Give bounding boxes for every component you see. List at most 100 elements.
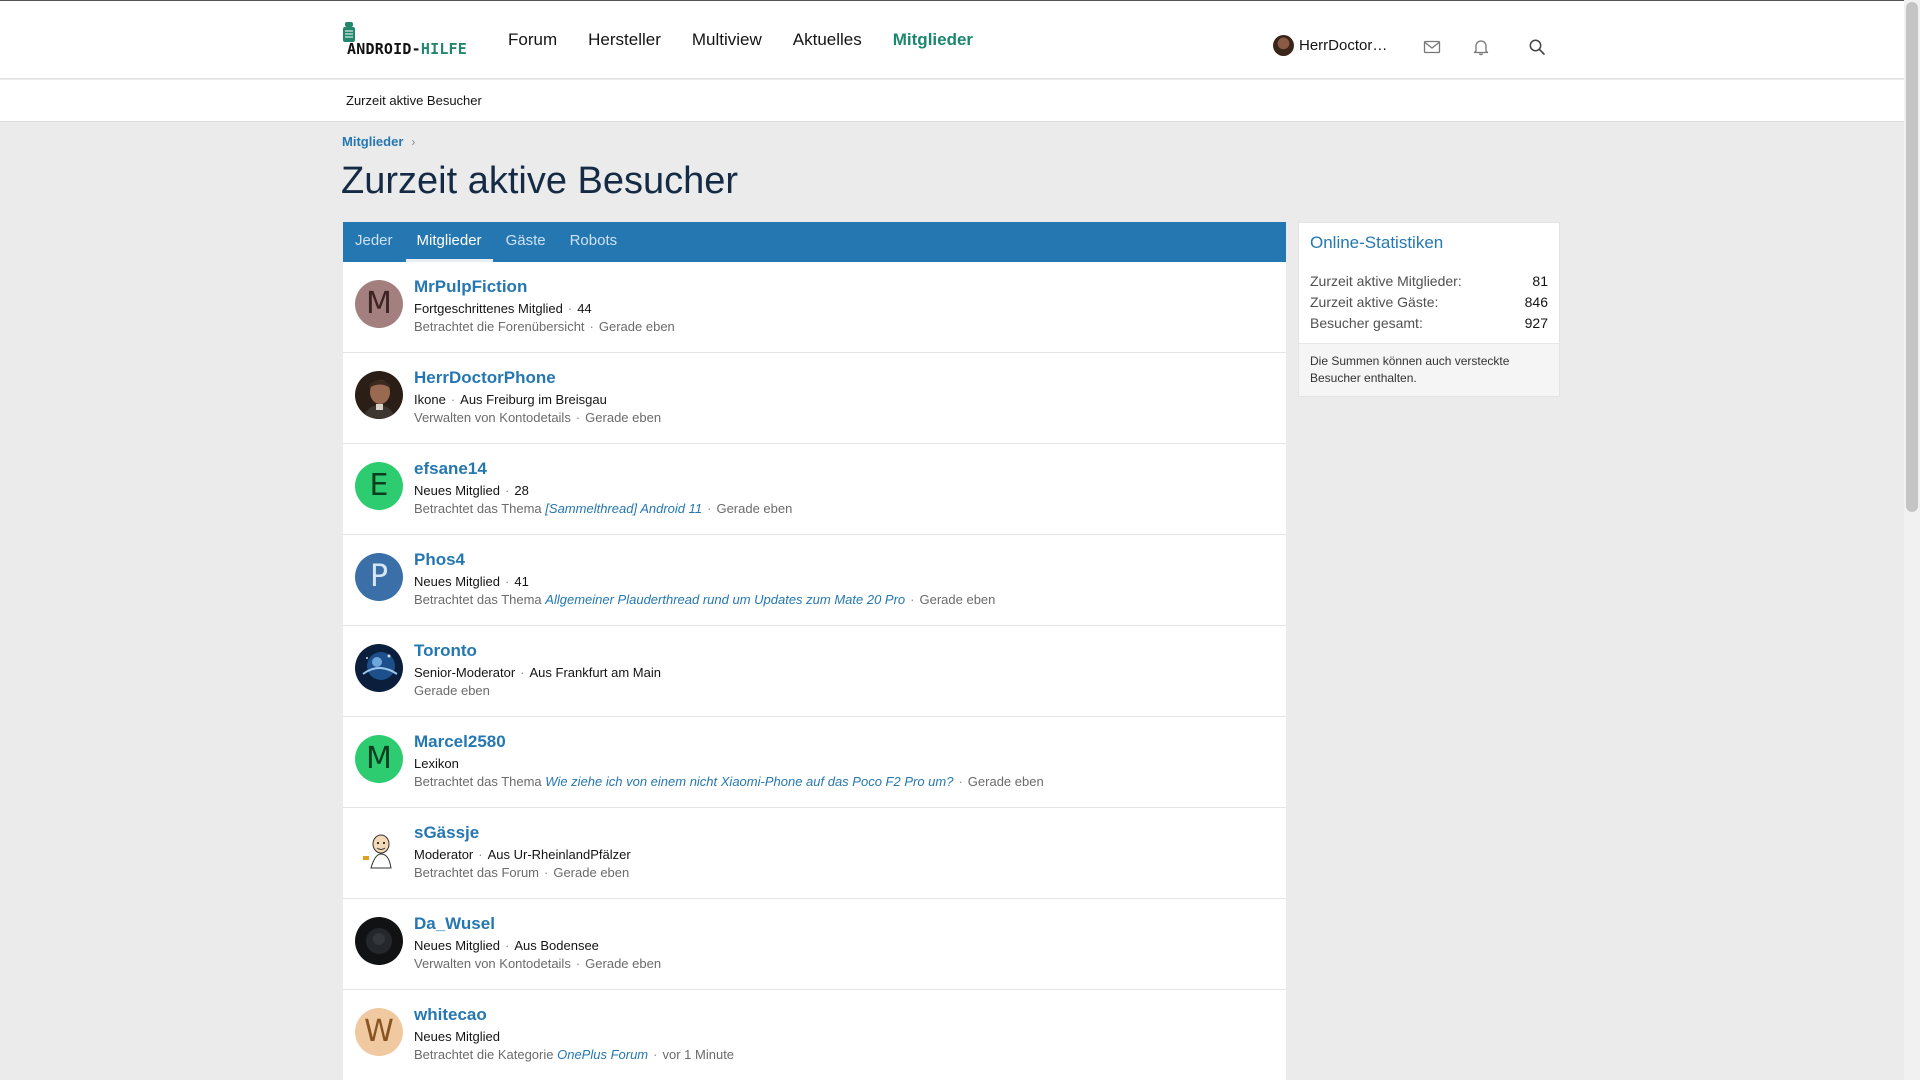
stat-value: 927: [1524, 315, 1548, 331]
avatar[interactable]: W: [355, 1008, 403, 1056]
activity-text: Betrachtet die Kategorie: [414, 1047, 554, 1062]
list-item: M MrPulpFiction Fortgeschrittenes Mitglied…: [343, 262, 1286, 353]
avatar[interactable]: P: [355, 553, 403, 601]
activity-time: vor 1 Minute: [662, 1047, 735, 1062]
separator-dot: ·: [958, 774, 963, 789]
separator-dot: ·: [575, 410, 581, 425]
avatar[interactable]: M: [355, 280, 403, 328]
list-item: Eefsane14 Neues Mitglied · 28 Betrachtet das…: [343, 444, 1286, 535]
account-name: HerrDoctor…: [1299, 37, 1388, 54]
activity-link[interactable]: Wie ziehe ich von einem nicht Xiaomi-Pho…: [545, 774, 953, 789]
activity-time: Gerade eben: [553, 865, 630, 880]
member-name-link[interactable]: efsane14: [414, 459, 487, 479]
site-header: ANDROID-HILFE Forum Hersteller Multiview…: [0, 1, 1904, 79]
member-info: Moderator · Aus Ur-RheinlandPfälzer: [414, 847, 631, 862]
breadcrumb-link-mitglieder[interactable]: Mitglieder: [342, 134, 403, 149]
nav-item-multiview[interactable]: Multiview: [692, 30, 762, 50]
filter-tabs: Jeder Mitglieder Gäste Robots: [343, 222, 1286, 262]
stat-active-members: Zurzeit aktive Mitglieder: 81: [1310, 271, 1548, 292]
list-item: HerrDoctorPhone Ikone · Aus Freiburg im Bre…: [343, 353, 1286, 444]
search-icon[interactable]: [1528, 38, 1546, 56]
member-name-link[interactable]: sGässje: [414, 823, 479, 843]
avatar[interactable]: [355, 826, 403, 874]
list-item: P Phos4 Neues Mitglied · 41 Betrachtet das Th…: [343, 535, 1286, 626]
activity-time: Gerade eben: [585, 956, 662, 971]
activity-link[interactable]: [Sammelthread] Android 11: [545, 501, 702, 516]
separator-dot: ·: [589, 319, 594, 334]
tab-robots[interactable]: Robots: [570, 222, 618, 262]
member-title: Ikone: [414, 392, 446, 407]
site-logo[interactable]: ANDROID-HILFE: [342, 21, 472, 61]
member-detail: 44: [577, 301, 592, 316]
list-item: sGässje Moderator · Aus Ur-RheinlandPfälzer…: [343, 808, 1286, 899]
subnav-item-current-visitors[interactable]: Zurzeit aktive Besucher: [346, 93, 482, 108]
member-detail: Aus Frankfurt am Main: [529, 665, 662, 680]
member-name-link[interactable]: HerrDoctorPhone: [414, 368, 556, 388]
nav-item-mitglieder[interactable]: Mitglieder: [893, 30, 973, 50]
member-name-link[interactable]: whitecao: [414, 1005, 487, 1025]
separator-dot: ·: [505, 574, 510, 589]
activity-text: Betrachtet das Thema: [414, 501, 542, 516]
member-info: Senior-Moderator · Aus Frankfurt am Main: [414, 665, 661, 680]
scrollbar-thumb[interactable]: [1906, 2, 1918, 512]
member-detail: Aus Freiburg im Breisgau: [460, 392, 607, 407]
activity-link[interactable]: Allgemeiner Plauderthread rund um Update…: [545, 592, 905, 607]
separator-dot: ·: [910, 592, 915, 607]
account-menu[interactable]: HerrDoctor…: [1273, 35, 1387, 56]
activity-time: Gerade eben: [414, 683, 490, 698]
separator-dot: ·: [567, 301, 573, 316]
separator-dot: ·: [478, 847, 483, 862]
member-title: Neues Mitglied: [414, 1029, 500, 1044]
nav-item-forum[interactable]: Forum: [508, 30, 557, 50]
separator-dot: ·: [505, 483, 510, 498]
separator-dot: ·: [505, 938, 510, 953]
member-title: Moderator: [414, 847, 474, 862]
member-detail: Aus Bodensee: [514, 938, 599, 953]
avatar[interactable]: [355, 371, 403, 419]
member-activity: Verwalten von Kontodetails · Gerade eben: [414, 410, 661, 425]
member-name-link[interactable]: MrPulpFiction: [414, 277, 527, 297]
nav-item-hersteller[interactable]: Hersteller: [588, 30, 661, 50]
list-item: Wwhitecao Neues Mitglied Betrachtet die Ka…: [343, 990, 1286, 1080]
stats-list: Zurzeit aktive Mitglieder: 81 Zurzeit ak…: [1299, 263, 1559, 343]
member-activity: Gerade eben: [414, 683, 490, 698]
member-name-link[interactable]: Marcel2580: [414, 732, 506, 752]
activity-text: Betrachtet das Thema: [414, 774, 542, 789]
avatar[interactable]: [355, 917, 403, 965]
member-detail: Aus Ur-RheinlandPfälzer: [487, 847, 631, 862]
member-name-link[interactable]: Da_Wusel: [414, 914, 495, 934]
avatar[interactable]: [355, 644, 403, 692]
member-title: Neues Mitglied: [414, 574, 500, 589]
nav-item-aktuelles[interactable]: Aktuelles: [793, 30, 862, 50]
activity-time: Gerade eben: [967, 774, 1044, 789]
tab-mitglieder[interactable]: Mitglieder: [405, 222, 493, 262]
member-activity: Betrachtet die Forenübersicht · Gerade ebe…: [414, 319, 675, 334]
bell-icon[interactable]: [1472, 38, 1490, 56]
member-activity: Betrachtet das Thema [Sammelthread] Andr…: [414, 501, 792, 516]
activity-text: Betrachtet die Forenübersicht: [414, 319, 585, 334]
member-activity: Betrachtet das Forum · Gerade eben: [414, 865, 629, 880]
member-title: Lexikon: [414, 756, 459, 771]
member-activity: Verwalten von Kontodetails · Gerade eben: [414, 956, 661, 971]
avatar[interactable]: M: [355, 735, 403, 783]
mail-icon[interactable]: [1423, 38, 1441, 56]
sub-navigation: Zurzeit aktive Besucher: [0, 80, 1904, 122]
activity-time: Gerade eben: [585, 410, 662, 425]
stat-active-guests: Zurzeit aktive Gäste: 846: [1310, 292, 1548, 313]
member-info: Lexikon: [414, 756, 459, 771]
activity-link[interactable]: OnePlus Forum: [557, 1047, 648, 1062]
tab-gaeste[interactable]: Gäste: [506, 222, 546, 262]
separator-dot: ·: [653, 1047, 658, 1062]
member-title: Senior-Moderator: [414, 665, 516, 680]
list-item: Da_Wusel Neues Mitglied · Aus Bodensee Verwa…: [343, 899, 1286, 990]
separator-dot: ·: [544, 865, 549, 880]
page-scrollbar[interactable]: [1904, 0, 1920, 1080]
member-name-link[interactable]: Phos4: [414, 550, 465, 570]
list-item: M Marcel2580 Lexikon Betrachtet das Thema W…: [343, 717, 1286, 808]
tab-jeder[interactable]: Jeder: [355, 222, 393, 262]
member-info: Neues Mitglied · 28: [414, 483, 529, 498]
member-name-link[interactable]: Toronto: [414, 641, 477, 661]
avatar[interactable]: E: [355, 462, 403, 510]
member-detail: 28: [514, 483, 529, 498]
activity-time: Gerade eben: [598, 319, 675, 334]
